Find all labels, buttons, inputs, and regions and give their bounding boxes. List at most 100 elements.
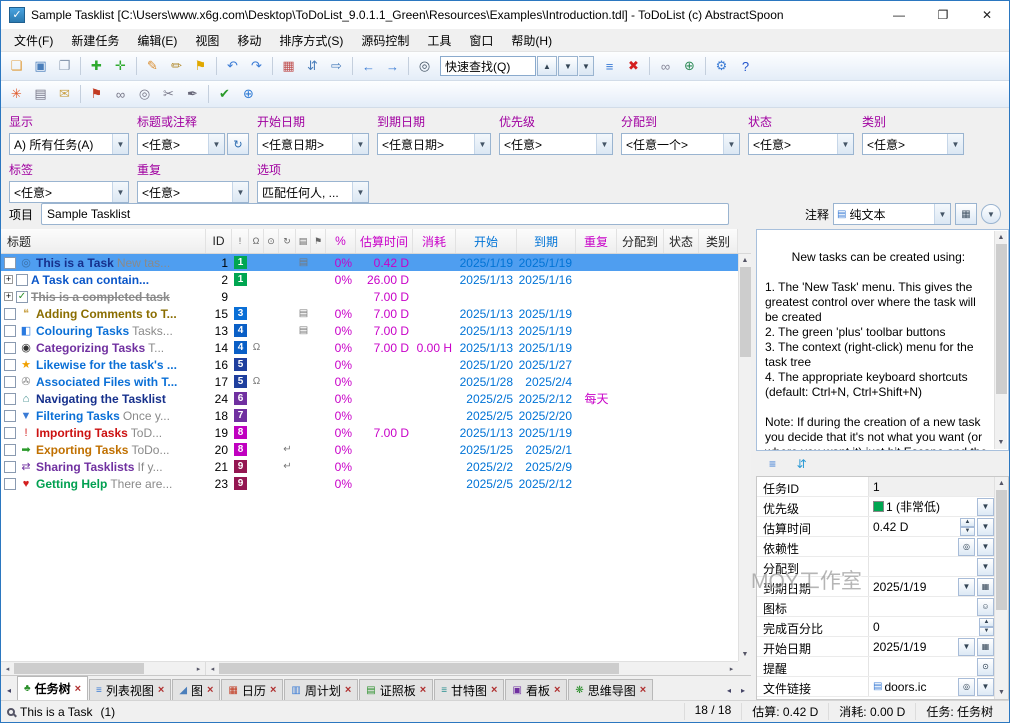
task-checkbox[interactable] — [4, 392, 16, 405]
minimize-button[interactable]: — — [877, 1, 921, 29]
tab-close-icon[interactable]: × — [491, 684, 497, 696]
edit-notes-icon[interactable]: ✏ — [165, 55, 188, 77]
redo-icon[interactable]: ↷ — [245, 55, 268, 77]
columns-horizontal-scrollbar[interactable]: ◂ ▸ — [206, 662, 738, 675]
chevron-down-icon[interactable]: ▼ — [977, 497, 994, 516]
find-next-button[interactable]: ▼ — [558, 56, 578, 76]
time-estimate-field[interactable]: 0.42 D ▲ ▼ ▼ — [869, 517, 994, 536]
scrollbar-thumb[interactable] — [995, 244, 1007, 394]
view-tab[interactable]: ▣ 看板 × — [505, 679, 568, 700]
task-row[interactable]: ◎ This is a Task New tas... 1 1 ▤ 0% 0.4… — [1, 254, 738, 271]
spin-up-icon[interactable]: ▲ — [960, 517, 975, 527]
alarm-icon[interactable]: ⊙ — [977, 657, 994, 676]
sort-attributes-icon[interactable]: ⇵ — [790, 453, 813, 475]
task-row[interactable]: ⌂ Navigating the Tasklist 24 6 0% 2025/2… — [1, 390, 738, 407]
next-task-icon[interactable]: → — [381, 55, 404, 77]
column-header-lock-icon[interactable]: Ω — [249, 229, 264, 253]
save-all-icon[interactable]: ❐ — [53, 55, 76, 77]
comments-scrollbar[interactable]: ▲ ▼ — [994, 231, 1007, 449]
tab-scroll-left-icon[interactable]: ◂ — [722, 680, 736, 700]
column-header-due[interactable]: 到期 — [517, 229, 576, 253]
scroll-down-icon[interactable]: ▼ — [995, 436, 1008, 449]
comments-layout-button[interactable]: ▦ — [955, 203, 977, 225]
filter-combobox[interactable]: <任意日期> — [377, 133, 491, 155]
scrollbar-thumb[interactable] — [739, 267, 751, 357]
task-checkbox[interactable] — [4, 409, 16, 422]
chevron-down-icon[interactable]: ▼ — [977, 557, 994, 576]
column-header-recur[interactable]: 重复 — [576, 229, 617, 253]
spin-up-icon[interactable]: ▲ — [979, 617, 994, 627]
save-tasklist-icon[interactable]: ▣ — [29, 55, 52, 77]
weblink-icon[interactable]: ⊕ — [678, 55, 701, 77]
chevron-down-icon[interactable] — [112, 134, 128, 154]
new-subtask-icon[interactable]: ✛ — [109, 55, 132, 77]
priority-combobox[interactable]: 1 (非常低) ▼ — [869, 497, 994, 516]
spin-down-icon[interactable]: ▼ — [960, 526, 975, 536]
chevron-down-icon[interactable] — [723, 134, 739, 154]
reminder-icon[interactable]: ⚑ — [189, 55, 212, 77]
view-tab[interactable]: ❋ 思维导图 × — [568, 679, 654, 700]
find-tasks-icon[interactable]: ◎ — [413, 55, 436, 77]
task-row[interactable]: This is a completed task 9 — [1, 288, 738, 305]
tab-scroll-left-icon[interactable]: ◂ — [2, 680, 16, 700]
project-input[interactable] — [41, 203, 730, 225]
task-row[interactable]: ⇄ Sharing Tasklists If y... 21 9 ↵ 0% 20… — [1, 458, 738, 475]
comments-format-combobox[interactable]: ▤ 纯文本 — [833, 203, 951, 225]
task-row[interactable]: ★ Likewise for the task's ... 16 5 0% 20… — [1, 356, 738, 373]
task-row[interactable]: ◧ Colouring Tasks Tasks... 13 4 ▤ 0% 7.0… — [1, 322, 738, 339]
task-row[interactable]: ▼ Filtering Tasks Once y... 18 7 0% 2025… — [1, 407, 738, 424]
help-icon[interactable]: ? — [734, 55, 757, 77]
calendar-icon[interactable]: ▦ — [977, 577, 994, 596]
edit-title-icon[interactable]: ✎ — [141, 55, 164, 77]
scroll-down-icon[interactable]: ▼ — [995, 686, 1008, 699]
chevron-down-icon[interactable] — [596, 134, 612, 154]
task-row[interactable]: ! Importing Tasks ToD... 19 8 0% 7.00 D … — [1, 424, 738, 441]
reminder-field[interactable]: ⊙ — [869, 657, 994, 676]
column-header-title[interactable]: 标题 — [1, 229, 206, 253]
percent-done-field[interactable]: 0 ▲ ▼ — [869, 617, 994, 636]
attachment-icon[interactable]: ∞ — [654, 55, 677, 77]
task-checkbox[interactable] — [4, 307, 16, 320]
expand-toggle-icon[interactable] — [4, 275, 13, 284]
new-task-icon[interactable]: ✚ — [85, 55, 108, 77]
filter-options-button[interactable] — [227, 133, 249, 155]
comments-expand-button[interactable]: ▼ — [981, 204, 1001, 224]
task-checkbox[interactable] — [4, 477, 16, 490]
column-header-category[interactable]: 类别 — [699, 229, 738, 253]
menu-item[interactable]: 视图 — [186, 29, 228, 52]
calendar-icon[interactable]: ▦ — [977, 637, 994, 656]
filter-combobox[interactable]: <任意> — [499, 133, 613, 155]
scrollbar-thumb[interactable] — [14, 663, 144, 674]
chevron-down-icon[interactable] — [837, 134, 853, 154]
task-checkbox[interactable] — [4, 375, 16, 388]
scroll-up-icon[interactable]: ▲ — [739, 254, 752, 267]
export-doc-icon[interactable]: ⇨ — [325, 55, 348, 77]
filter-combobox[interactable]: <任意一个> — [621, 133, 740, 155]
chevron-down-icon[interactable] — [474, 134, 490, 154]
tab-close-icon[interactable]: × — [207, 684, 213, 696]
chevron-down-icon[interactable] — [947, 134, 963, 154]
file-link-field[interactable]: ▤ doors.ic ◎ ▼ — [869, 677, 994, 696]
undo-icon[interactable]: ↶ — [221, 55, 244, 77]
maximize-button[interactable]: ❐ — [921, 1, 965, 29]
tab-close-icon[interactable]: × — [270, 684, 276, 696]
delete-task-icon[interactable]: ✖ — [622, 55, 645, 77]
filter-combobox[interactable]: A) 所有任务(A) — [9, 133, 129, 155]
scroll-up-icon[interactable]: ▲ — [995, 231, 1008, 244]
due-date-field[interactable]: 2025/1/19 ▼ ▦ — [869, 577, 994, 596]
browser-globe-icon[interactable]: ⊕ — [237, 83, 260, 105]
preferences-gear-icon[interactable]: ⚙ — [710, 55, 733, 77]
scroll-right-icon[interactable]: ▸ — [192, 662, 205, 675]
scissors-icon[interactable]: ✂ — [157, 83, 180, 105]
find-previous-button[interactable]: ▲ — [537, 56, 557, 76]
email-icon[interactable]: ✉ — [53, 83, 76, 105]
dependency-field[interactable]: ◎ ▼ — [869, 537, 994, 556]
filter-combobox[interactable]: <任意> — [862, 133, 964, 155]
task-checkbox[interactable] — [4, 426, 16, 439]
tab-scroll-right-icon[interactable]: ▸ — [736, 680, 750, 700]
prev-task-icon[interactable]: ← — [357, 55, 380, 77]
scroll-up-icon[interactable]: ▲ — [995, 477, 1008, 490]
column-header-percent[interactable]: % — [326, 229, 356, 253]
task-checkbox[interactable] — [4, 256, 16, 269]
checkin-icon[interactable]: ▦ — [277, 55, 300, 77]
